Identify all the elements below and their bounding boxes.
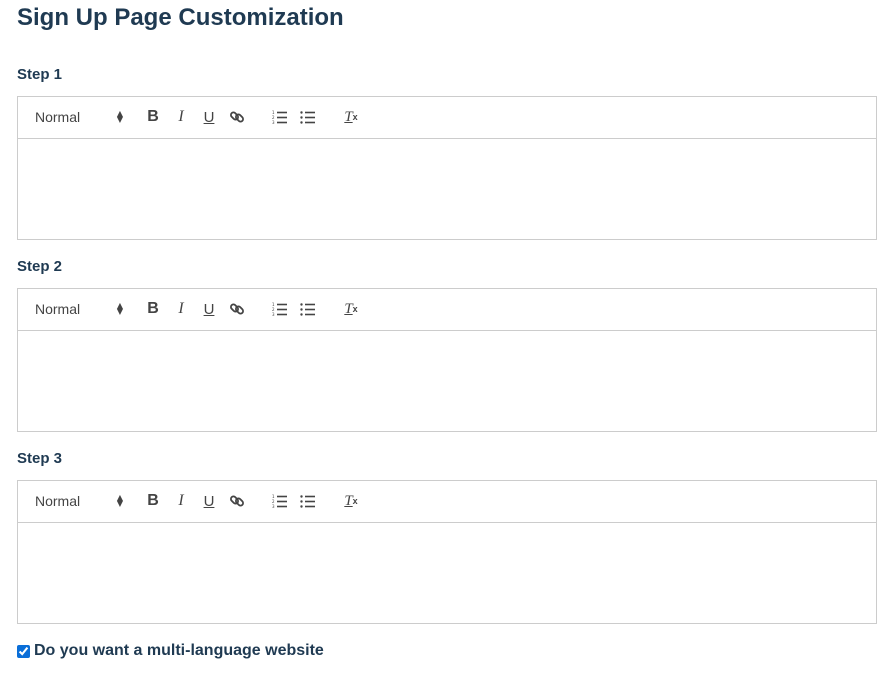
step-2-editor: Normal ▲ ▼ B I U 123 Tx bbox=[17, 288, 877, 432]
editor-toolbar: Normal ▲ ▼ B I U 123 Tx bbox=[18, 97, 876, 139]
bold-button[interactable]: B bbox=[144, 490, 162, 512]
underline-button[interactable]: U bbox=[200, 106, 218, 128]
ordered-list-icon: 123 bbox=[272, 302, 287, 317]
bullet-list-icon bbox=[300, 111, 315, 124]
underline-button[interactable]: U bbox=[200, 490, 218, 512]
editor-toolbar: Normal ▲ ▼ B I U 123 Tx bbox=[18, 289, 876, 331]
clear-format-x: x bbox=[352, 112, 358, 122]
svg-text:3: 3 bbox=[272, 312, 275, 317]
underline-button[interactable]: U bbox=[200, 298, 218, 320]
svg-text:3: 3 bbox=[272, 120, 275, 125]
clear-format-icon: T bbox=[344, 108, 353, 125]
clear-format-icon: T bbox=[344, 492, 353, 509]
clear-format-x: x bbox=[352, 496, 358, 506]
format-select[interactable]: Normal ▲ ▼ bbox=[35, 490, 123, 512]
ordered-list-icon: 123 bbox=[272, 494, 287, 509]
step-1-editor-body[interactable] bbox=[18, 139, 876, 239]
ordered-list-button[interactable]: 123 bbox=[271, 106, 289, 128]
ordered-list-button[interactable]: 123 bbox=[271, 298, 289, 320]
bullet-list-button[interactable] bbox=[299, 106, 317, 128]
format-select-value: Normal bbox=[35, 493, 81, 509]
step-3-label: Step 3 bbox=[17, 450, 63, 467]
bullet-list-icon bbox=[300, 495, 315, 508]
svg-text:3: 3 bbox=[272, 504, 275, 509]
step-2-label: Step 2 bbox=[17, 258, 63, 275]
italic-button[interactable]: I bbox=[172, 490, 190, 512]
link-button[interactable] bbox=[228, 490, 246, 512]
format-select[interactable]: Normal ▲ ▼ bbox=[35, 298, 123, 320]
clear-format-button[interactable]: Tx bbox=[342, 106, 360, 128]
bullet-list-button[interactable] bbox=[299, 298, 317, 320]
multilang-option[interactable]: Do you want a multi-language website bbox=[17, 642, 324, 660]
clear-format-button[interactable]: Tx bbox=[342, 490, 360, 512]
step-1-label: Step 1 bbox=[17, 66, 63, 83]
link-button[interactable] bbox=[228, 106, 246, 128]
italic-button[interactable]: I bbox=[172, 298, 190, 320]
ordered-list-button[interactable]: 123 bbox=[271, 490, 289, 512]
clear-format-icon: T bbox=[344, 300, 353, 317]
page-title: Sign Up Page Customization bbox=[17, 4, 344, 31]
format-select-value: Normal bbox=[35, 301, 81, 317]
bullet-list-icon bbox=[300, 303, 315, 316]
italic-button[interactable]: I bbox=[172, 106, 190, 128]
format-select-value: Normal bbox=[35, 109, 81, 125]
link-icon bbox=[230, 111, 244, 123]
step-3-editor-body[interactable] bbox=[18, 523, 876, 623]
clear-format-x: x bbox=[352, 304, 358, 314]
select-arrows-icon: ▲ ▼ bbox=[116, 301, 123, 316]
format-select[interactable]: Normal ▲ ▼ bbox=[35, 106, 123, 128]
link-icon bbox=[230, 303, 244, 315]
bullet-list-button[interactable] bbox=[299, 490, 317, 512]
clear-format-button[interactable]: Tx bbox=[342, 298, 360, 320]
step-2-editor-body[interactable] bbox=[18, 331, 876, 431]
step-1-editor: Normal ▲ ▼ B I U 123 Tx bbox=[17, 96, 877, 240]
select-arrows-icon: ▲ ▼ bbox=[116, 109, 123, 124]
select-arrows-icon: ▲ ▼ bbox=[116, 493, 123, 508]
link-button[interactable] bbox=[228, 298, 246, 320]
multilang-checkbox[interactable] bbox=[17, 644, 30, 658]
multilang-label: Do you want a multi-language website bbox=[34, 642, 324, 659]
step-3-editor: Normal ▲ ▼ B I U 123 Tx bbox=[17, 480, 877, 624]
bold-button[interactable]: B bbox=[144, 106, 162, 128]
ordered-list-icon: 123 bbox=[272, 110, 287, 125]
editor-toolbar: Normal ▲ ▼ B I U 123 Tx bbox=[18, 481, 876, 523]
link-icon bbox=[230, 495, 244, 507]
bold-button[interactable]: B bbox=[144, 298, 162, 320]
